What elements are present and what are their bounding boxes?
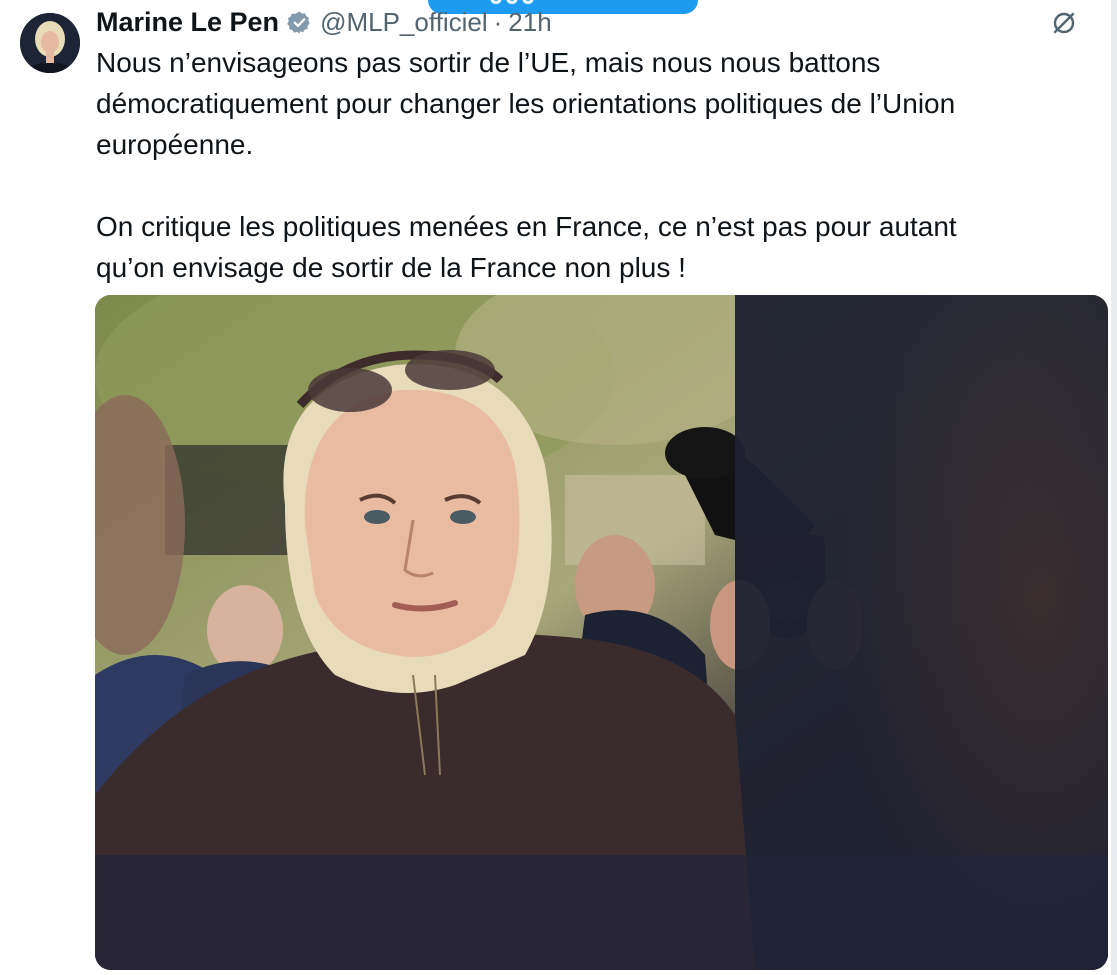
author-handle[interactable]: @MLP_officiel [320, 7, 488, 38]
avatar[interactable] [20, 13, 80, 73]
grok-slash-icon[interactable] [1051, 10, 1077, 36]
tweet-text: Nous n’envisageons pas sortir de l’UE, m… [96, 47, 957, 283]
timestamp[interactable]: 21h [508, 7, 551, 38]
photo-illustration [95, 295, 1108, 970]
separator-dot: · [493, 6, 503, 37]
tweet-header: Marine Le Pen @MLP_officiel · 21h [96, 5, 552, 39]
scrollbar[interactable] [1111, 0, 1117, 975]
tweet-media-photo[interactable] [95, 295, 1108, 970]
verified-badge-icon [287, 10, 312, 35]
avatar-stack-icon [490, 0, 534, 4]
author-name[interactable]: Marine Le Pen [96, 7, 279, 38]
